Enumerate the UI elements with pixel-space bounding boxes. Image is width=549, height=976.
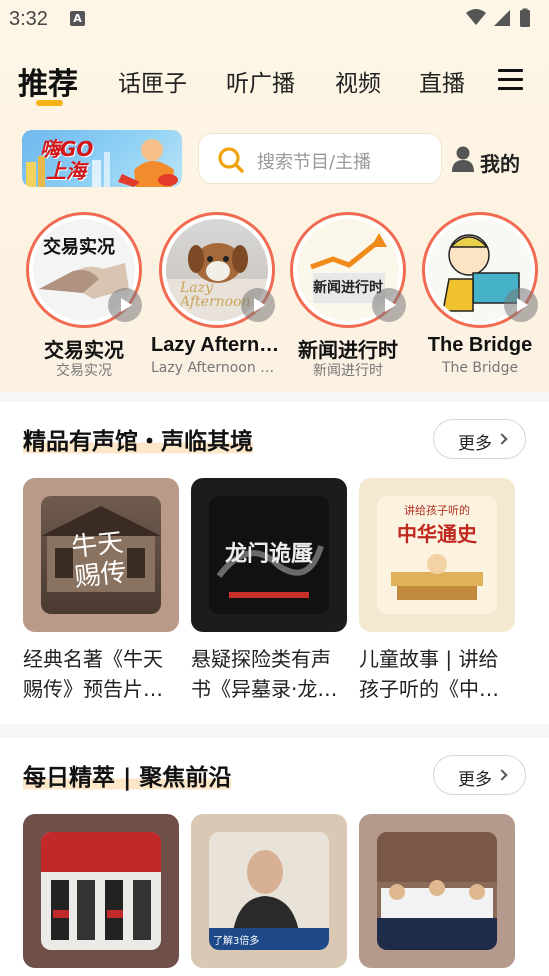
station-title: 新闻进行时 xyxy=(298,340,398,362)
tab-recommend[interactable]: 推荐 xyxy=(18,59,78,103)
section-title: 每日精萃 | 聚焦前沿 xyxy=(23,758,232,792)
more-button[interactable]: 更多 xyxy=(433,755,526,795)
section-audiobooks: 精品有声馆・声临其境 更多 牛天赐传 经典名著《牛天赐传》预告片来了 xyxy=(0,402,549,724)
user-icon xyxy=(452,146,474,172)
status-bar: 3:32 A xyxy=(0,0,549,38)
group-photo xyxy=(377,832,497,950)
station-subtitle: 交易实况 xyxy=(56,363,112,379)
play-icon[interactable] xyxy=(372,288,406,322)
card-cover: 牛天赐传 xyxy=(23,478,179,632)
tab-huaxiazi[interactable]: 话匣子 xyxy=(118,64,187,98)
card-cover: 讲给孩子听的 中华通史 xyxy=(359,478,515,632)
more-button[interactable]: 更多 xyxy=(433,419,526,459)
card-art-text: 龙门诡蜃 xyxy=(224,541,313,567)
search-placeholder: 搜索节目/主播 xyxy=(257,152,372,173)
card-cover: 了解3倍多 xyxy=(191,814,347,968)
play-icon[interactable] xyxy=(108,288,142,322)
search-icon xyxy=(218,147,244,173)
station-subtitle: 新闻进行时 xyxy=(313,363,383,379)
section-daily-highlights: 每日精萃 | 聚焦前沿 更多 了解3倍多 xyxy=(0,738,549,976)
card-cover: 龙门诡蜃 xyxy=(191,478,347,632)
search-input[interactable]: 搜索节目/主播 xyxy=(198,133,442,184)
my-profile-button[interactable]: 我的 xyxy=(450,145,530,176)
notification-badge-icon: A xyxy=(70,11,85,26)
station-subtitle: Lazy Afternoon Music xyxy=(151,360,283,376)
station-card[interactable]: 新闻进行时 新闻进行时 新闻进行时 xyxy=(282,212,412,382)
play-icon[interactable] xyxy=(241,288,275,322)
signal-battery-icons xyxy=(466,8,530,27)
my-profile-label: 我的 xyxy=(480,152,520,176)
station-art-text: 交易实况 xyxy=(43,237,115,258)
top-tab-bar: 推荐 话匣子 听广播 视频 直播 xyxy=(0,56,549,108)
card-art-text: 了解3倍多 xyxy=(213,936,260,947)
card-cover xyxy=(23,814,179,968)
status-time: 3:32 xyxy=(9,8,48,30)
menu-icon[interactable] xyxy=(498,68,523,92)
card-title: 儿童故事 | 讲给孩子听的《中华通史》 xyxy=(359,647,499,701)
news-photo xyxy=(41,832,161,940)
tab-live[interactable]: 直播 xyxy=(419,64,465,98)
active-tab-indicator xyxy=(36,100,63,106)
card-title: 经典名著《牛天赐传》预告片来了 xyxy=(23,647,163,701)
tab-video[interactable]: 视频 xyxy=(335,64,381,98)
play-icon[interactable] xyxy=(504,288,538,322)
card-cover xyxy=(359,814,515,968)
card-art-text: 牛天赐传 xyxy=(70,527,129,593)
card-title: 悬疑探险类有声书《异墓录·龙门诡蜃》 xyxy=(191,647,338,701)
station-title: Lazy Afternoon xyxy=(151,334,283,356)
station-title: 交易实况 xyxy=(44,340,124,362)
promo-banner[interactable]: 嗨GO 上海 xyxy=(22,130,182,187)
station-subtitle: The Bridge xyxy=(441,360,519,376)
station-card[interactable]: 交易实况 交易实况 交易实况 xyxy=(18,212,148,382)
section-title: 精品有声馆・声临其境 xyxy=(23,422,253,456)
banner-text: 嗨GO 上海 xyxy=(40,137,94,183)
station-card[interactable]: The Bridge The Bridge xyxy=(414,212,544,382)
station-title: The Bridge xyxy=(427,334,533,356)
more-label: 更多 xyxy=(458,770,492,790)
more-label: 更多 xyxy=(458,434,492,454)
station-card[interactable]: Lazy Afternoon Lazy Afternoon Lazy After… xyxy=(151,212,283,382)
chevron-right-icon xyxy=(496,433,508,445)
tab-listen-radio[interactable]: 听广播 xyxy=(226,64,295,98)
chevron-right-icon xyxy=(496,769,508,781)
book-stack-illustration xyxy=(391,554,483,600)
